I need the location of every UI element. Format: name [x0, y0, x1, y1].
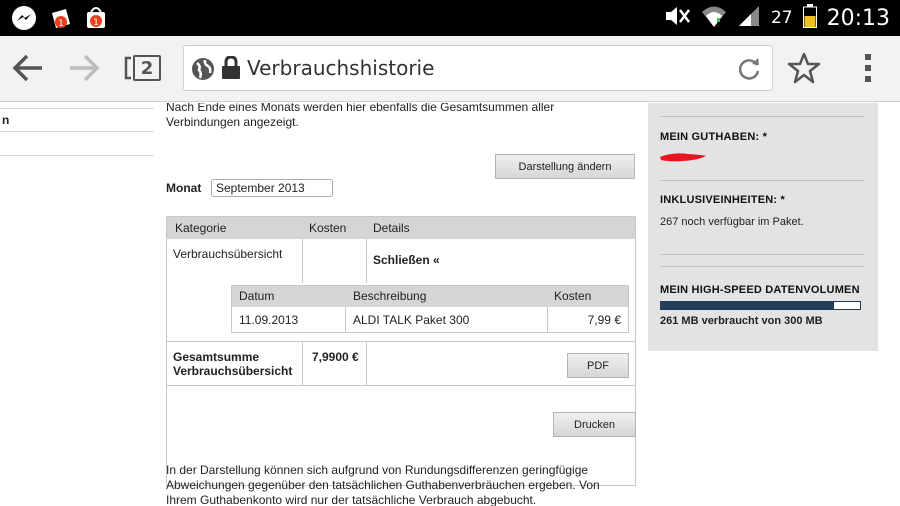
column-header: Details — [373, 221, 410, 235]
total-value: 7,9900 € — [312, 350, 359, 364]
mute-icon — [663, 5, 691, 31]
globe-icon — [191, 57, 215, 86]
column-header: Kosten — [554, 289, 592, 303]
wifi-icon — [701, 4, 727, 32]
signal-icon — [737, 5, 761, 31]
back-button[interactable] — [8, 48, 48, 88]
browser-toolbar: 2 Verbrauchshistorie — [0, 36, 900, 102]
left-navigation: n — [0, 108, 154, 156]
clock: 20:13 — [826, 5, 890, 31]
menu-button[interactable] — [848, 48, 888, 88]
notification-badge: 1 — [58, 19, 64, 29]
redaction-mark — [658, 150, 708, 168]
leftnav-item[interactable] — [0, 132, 154, 156]
status-bar: 1 1 27 20:13 — [0, 0, 900, 36]
leftnav-item[interactable]: n — [0, 108, 154, 132]
data-volume-title: MEIN HIGH-SPEED DATENVOLUMEN — [660, 284, 860, 296]
credit-title: MEIN GUTHABEN: * — [660, 131, 768, 143]
shopping-bag-icon: 1 — [82, 4, 110, 32]
data-volume-text: 261 MB verbraucht von 300 MB — [660, 315, 823, 327]
table-header: Kategorie Kosten Details — [167, 217, 635, 239]
notification-badge: 1 — [93, 18, 99, 28]
back-arrow-icon — [12, 54, 42, 82]
close-link[interactable]: Schließen « — [373, 253, 440, 267]
column-header: Datum — [239, 289, 275, 303]
month-label: Monat — [166, 181, 202, 195]
footnote-text: In der Darstellung können sich aufgrund … — [166, 463, 600, 506]
change-view-button[interactable]: Darstellung ändern — [495, 154, 635, 179]
print-button[interactable]: Drucken — [553, 412, 636, 437]
star-icon — [787, 52, 821, 84]
category-cell: Verbrauchsübersicht — [173, 247, 283, 261]
reload-icon[interactable] — [736, 56, 762, 87]
overflow-menu-icon — [865, 54, 871, 82]
description-cell: ALDI TALK Paket 300 — [353, 313, 470, 327]
units-remaining: 267 noch verfügbar im Paket. — [660, 216, 804, 228]
total-label: Verbrauchsübersicht — [173, 364, 293, 378]
pdf-button[interactable]: PDF — [567, 353, 629, 378]
data-volume-bar — [660, 301, 861, 310]
forward-button[interactable] — [64, 48, 104, 88]
total-label: Gesamtsumme — [173, 350, 260, 364]
cost-cell: 7,99 € — [587, 313, 621, 327]
detail-table-header: Datum Beschreibung Kosten — [232, 286, 628, 307]
bookmark-button[interactable] — [784, 48, 824, 88]
column-header: Kosten — [309, 221, 347, 235]
lock-icon — [221, 55, 241, 85]
address-bar[interactable]: Verbrauchshistorie — [183, 45, 773, 91]
account-sidebar: MEIN GUTHABEN: * INKLUSIVEINHEITEN: * 26… — [648, 103, 878, 351]
usage-table: Kategorie Kosten Details Verbrauchsübers… — [166, 216, 636, 486]
detail-table: Datum Beschreibung Kosten 11.09.2013 ALD… — [231, 285, 629, 333]
url-text: Verbrauchshistorie — [247, 56, 435, 80]
shopping-bag-icon: 1 — [46, 4, 74, 32]
intro-text: Nach Ende eines Monats werden hier ebenf… — [166, 103, 555, 129]
tab-stack-icon — [124, 56, 131, 80]
data-volume-bar-fill — [661, 302, 835, 309]
battery-percentage: 27 — [770, 8, 793, 28]
date-cell: 11.09.2013 — [239, 313, 299, 327]
page-content: n Nach Ende eines Monats werden hier ebe… — [0, 103, 900, 506]
tab-count: 2 — [133, 55, 161, 81]
column-header: Beschreibung — [353, 289, 427, 303]
messenger-icon — [10, 4, 38, 32]
forward-arrow-icon — [70, 54, 100, 82]
battery-icon — [802, 4, 817, 32]
column-header: Kategorie — [175, 221, 227, 235]
units-title: INKLUSIVEINHEITEN: * — [660, 194, 786, 206]
tab-switcher-button[interactable]: 2 — [120, 48, 164, 88]
month-select[interactable]: September 2013 — [211, 179, 333, 197]
